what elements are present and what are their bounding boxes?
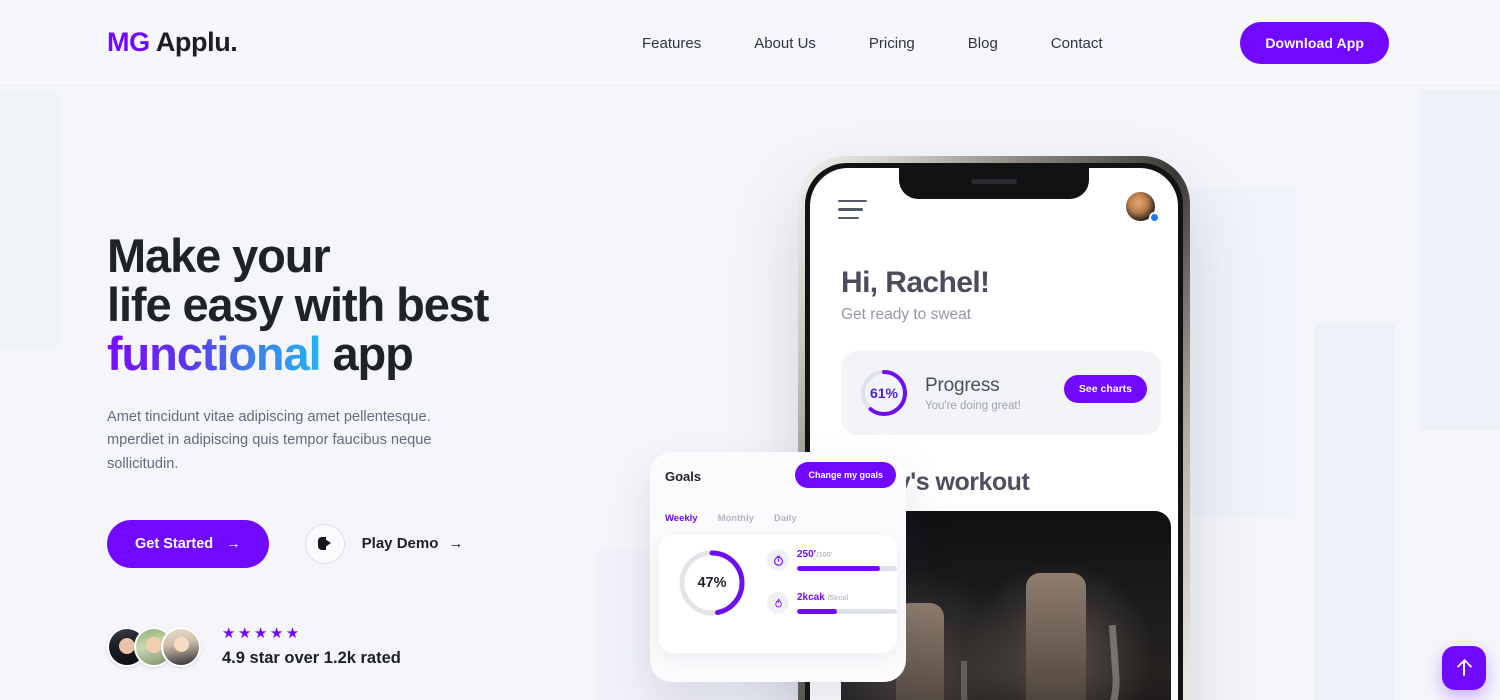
hero-copy: Make your life easy with best functional… [107,229,627,668]
goals-title: Goals [665,469,702,484]
greeting-subtitle: Get ready to sweat [841,306,972,323]
goals-card: Goals Change my goals Weekly Monthly Dai… [650,452,906,682]
headline-tail: app [320,326,414,380]
arrow-right-icon: → [448,535,464,553]
goal-metric-body: 2kcak /5kcal [797,592,897,614]
nav-item-contact[interactable]: Contact [1051,29,1103,58]
goals-panel: 47% 250'/300' 2kcak /5kcal [659,535,897,653]
star-rating-icons: ★★★★★ [222,624,302,642]
arrow-up-icon [1457,660,1471,676]
progress-percent-label: 61% [869,385,899,401]
goal-metric-bar [797,566,897,571]
landing-page: MG Applu. Features About Us Pricing Blog… [0,0,1500,700]
see-charts-button[interactable]: See charts [1063,375,1147,403]
page-title: Make your life easy with best functional… [107,229,627,380]
goal-metric-calories: 2kcak /5kcal [767,592,897,614]
greeting-title: Hi, Rachel! [841,266,990,299]
nav-item-pricing[interactable]: Pricing [869,29,915,58]
nav-item-blog[interactable]: Blog [968,29,998,58]
brand-logo-name: Applu. [155,27,238,57]
headline-line-1: Make your [107,229,331,282]
workout-photo-rope [961,661,1111,700]
rating-block: ★★★★★ 4.9 star over 1.2k rated [107,626,627,668]
brand-logo[interactable]: MG Applu. [107,27,238,58]
goal-metric-time: 250'/300' [767,549,897,571]
goals-ring: 47% [677,548,747,618]
headline-highlight: functional [107,326,322,380]
change-goals-button[interactable]: Change my goals [795,462,896,488]
avatar-group [107,626,201,667]
arrow-right-icon: → [226,535,241,552]
progress-ring: 61% [859,368,909,418]
timer-icon [767,549,789,571]
play-demo-label: Play Demo [361,535,439,553]
tab-weekly[interactable]: Weekly [665,513,698,524]
goal-metric-label: 2kcak /5kcal [797,592,897,603]
goal-metric-value: 2kcak [797,592,825,603]
decor-rect [1420,90,1500,430]
phone-notch [899,168,1089,199]
goal-metric-target: /5kcal [827,593,849,602]
goal-metric-bar [797,609,897,614]
hero-paragraph: Amet tincidunt vitae adipiscing amet pel… [107,408,432,472]
avatar [161,626,201,667]
goal-metric-body: 250'/300' [797,549,897,571]
hamburger-menu-icon[interactable] [838,200,867,225]
get-started-label: Get Started [135,535,214,552]
rating-label: 4.9 star over 1.2k rated [222,648,401,667]
goals-tabs: Weekly Monthly Daily [665,513,797,524]
play-demo-link[interactable]: Play Demo → [362,535,464,552]
decor-rect [1190,188,1295,518]
site-header: MG Applu. Features About Us Pricing Blog… [0,0,1500,86]
download-app-button[interactable]: Download App [1240,22,1389,64]
goals-ring-label: 47% [697,575,727,591]
tab-daily[interactable]: Daily [774,513,797,524]
tab-monthly[interactable]: Monthly [718,513,754,524]
goal-metric-target: /300' [816,550,833,559]
brand-logo-prefix: MG [107,27,150,57]
progress-card: 61% Progress You're doing great! See cha… [841,351,1161,435]
progress-title: Progress [925,374,1000,396]
nav-item-features[interactable]: Features [642,29,701,58]
goal-metric-bar-fill [797,609,837,614]
scroll-to-top-button[interactable] [1442,646,1486,690]
goal-metric-label: 250'/300' [797,549,897,560]
decor-rect [1315,323,1395,700]
play-demo-button[interactable] [304,523,345,564]
goal-metric-bar-fill [797,566,880,571]
headline-line-2: life easy with best [107,277,489,331]
nav-item-about-us[interactable]: About Us [754,29,816,58]
decor-rect [0,90,58,350]
get-started-button[interactable]: Get Started → [107,519,269,568]
status-dot-icon [1149,212,1160,223]
play-icon [318,537,332,551]
rating-text-block: ★★★★★ 4.9 star over 1.2k rated [222,626,401,668]
progress-text: Progress You're doing great! [925,375,1021,412]
progress-note: You're doing great! [925,399,1021,412]
hero-cta-row: Get Started → Play Demo → [107,519,627,568]
goal-metric-value: 250' [797,549,817,560]
flame-icon [767,592,789,614]
main-navigation: Features About Us Pricing Blog Contact [642,0,1103,86]
